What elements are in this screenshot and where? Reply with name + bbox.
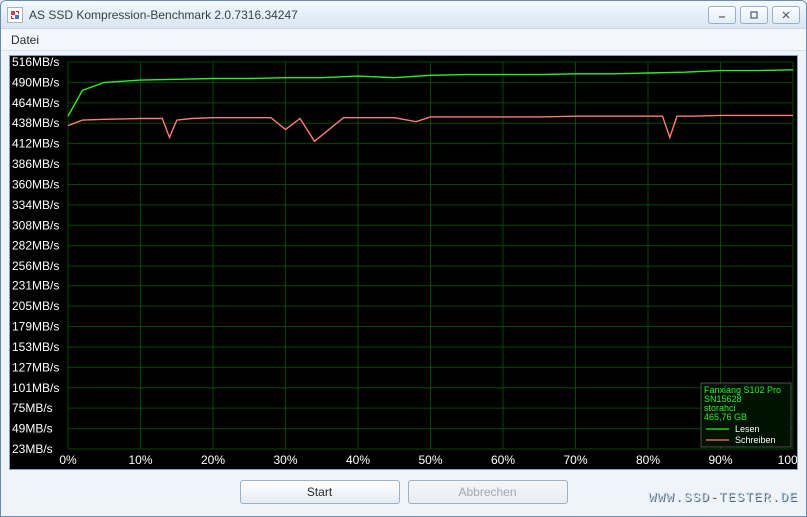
app-window: AS SSD Kompression-Benchmark 2.0.7316.34… [0,0,807,517]
y-tick-label: 231MB/s [12,279,59,293]
compression-chart: 516MB/s 490MB/s 464MB/s 438MB/s 412MB/s 386MB… [10,56,797,469]
client-area: 516MB/s 490MB/s 464MB/s 438MB/s 412MB/s 386MB… [1,51,806,516]
y-tick-label: 412MB/s [12,137,59,151]
x-tick-label: 90% [708,453,732,467]
y-tick-label: 256MB/s [12,259,59,273]
legend-read-label: Lesen [735,424,760,434]
cancel-button[interactable]: Abbrechen [408,480,568,504]
y-tick-label: 360MB/s [12,177,59,191]
maximize-button[interactable] [740,6,768,24]
y-tick-label: 490MB/s [12,75,59,89]
watermark-text: WWW.SSD-TESTER.DE [648,490,798,505]
x-tick-label: 50% [418,453,442,467]
chart-area: 516MB/s 490MB/s 464MB/s 438MB/s 412MB/s 386MB… [9,55,798,470]
x-tick-label: 60% [491,453,515,467]
legend-capacity: 465,76 GB [704,412,747,422]
y-tick-label: 49MB/s [12,422,53,436]
window-title: AS SSD Kompression-Benchmark 2.0.7316.34… [29,8,708,22]
titlebar[interactable]: AS SSD Kompression-Benchmark 2.0.7316.34… [1,1,806,29]
x-tick-label: 30% [273,453,297,467]
y-tick-label: 179MB/s [12,320,59,334]
window-controls [708,6,800,24]
x-tick-label: 0% [59,453,77,467]
x-tick-label: 100% [778,453,797,467]
minimize-icon [717,10,727,20]
app-icon [7,7,23,23]
menubar: Datei [1,29,806,51]
start-button[interactable]: Start [240,480,400,504]
y-tick-label: 464MB/s [12,96,59,110]
menu-datei[interactable]: Datei [1,29,49,50]
y-tick-label: 127MB/s [12,360,59,374]
close-button[interactable] [772,6,800,24]
legend-write-label: Schreiben [735,435,776,445]
y-tick-label: 334MB/s [12,198,59,212]
x-tick-label: 40% [346,453,370,467]
minimize-button[interactable] [708,6,736,24]
x-tick-label: 80% [636,453,660,467]
maximize-icon [749,10,759,20]
y-tick-label: 23MB/s [12,442,53,456]
y-tick-label: 75MB/s [12,401,53,415]
y-tick-label: 205MB/s [12,299,59,313]
y-tick-label: 386MB/s [12,157,59,171]
y-tick-label: 101MB/s [12,381,59,395]
y-tick-label: 153MB/s [12,340,59,354]
y-tick-label: 308MB/s [12,218,59,232]
x-tick-label: 10% [128,453,152,467]
y-tick-label: 438MB/s [12,116,59,130]
y-tick-label: 282MB/s [12,239,59,253]
x-tick-label: 70% [563,453,587,467]
close-icon [781,10,791,20]
x-tick-label: 20% [201,453,225,467]
y-tick-label: 516MB/s [12,56,59,69]
